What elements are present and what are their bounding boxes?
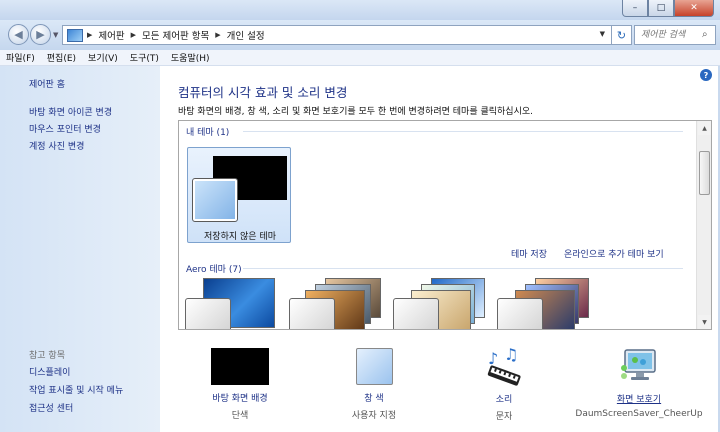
screen-saver-icon: [621, 349, 656, 380]
menu-help[interactable]: 도움말(H): [171, 51, 210, 64]
screen-saver-option[interactable]: 화면 보호기 DaumScreenSaver_CheerUp: [574, 346, 704, 419]
see-also-heading: 참고 항목: [29, 351, 65, 361]
desktop-background-option[interactable]: 바탕 화면 배경 단색: [194, 348, 286, 421]
close-button[interactable]: ✕: [674, 0, 714, 17]
my-themes-heading: 내 테마 (1): [186, 128, 230, 138]
sounds-option[interactable]: ♪ ♫ 소리 문자: [462, 345, 546, 422]
back-button[interactable]: ◀: [8, 24, 29, 45]
theme-unsaved-label: 저장하지 않은 테마: [204, 232, 276, 242]
menu-file[interactable]: 파일(F): [6, 51, 35, 64]
sidebar-change-mouse-pointer[interactable]: 마우스 포인터 변경: [29, 122, 101, 135]
group-divider: [243, 268, 683, 269]
theme-color-swatch: [192, 178, 238, 222]
screen-saver-label: 화면 보호기: [616, 395, 662, 405]
address-bar[interactable]: ▶ 제어판 ▶ 모든 제어판 항목 ▶ 개인 설정 ▼: [62, 25, 612, 45]
aero-theme-architecture[interactable]: [289, 278, 384, 329]
scroll-down-icon[interactable]: ▼: [698, 315, 711, 329]
help-icon[interactable]: ?: [700, 69, 712, 81]
aero-theme-landscapes[interactable]: [497, 278, 592, 329]
theme-color-swatch: [497, 298, 543, 329]
sidebar-change-desktop-icons[interactable]: 바탕 화면 아이콘 변경: [29, 105, 112, 118]
breadcrumb-personalization[interactable]: 개인 설정: [227, 28, 265, 42]
theme-color-swatch: [185, 298, 231, 329]
window-color-icon: [355, 348, 393, 385]
breadcrumb-separator-icon[interactable]: ▶: [215, 31, 220, 39]
breadcrumb-all-items[interactable]: 모든 제어판 항목: [142, 28, 209, 42]
page-title: 컴퓨터의 시각 효과 및 소리 변경: [178, 85, 348, 100]
svg-text:♫: ♫: [504, 346, 518, 364]
group-divider: [243, 131, 683, 132]
sounds-icon: ♪ ♫: [487, 345, 521, 386]
address-dropdown-icon[interactable]: ▼: [600, 30, 605, 38]
sidebar-change-account-picture[interactable]: 계정 사진 변경: [29, 139, 84, 152]
sidebar-control-panel-home[interactable]: 제어판 홈: [29, 77, 65, 90]
menu-view[interactable]: 보기(V): [88, 51, 118, 64]
sidebar-display[interactable]: 디스플레이: [29, 365, 70, 378]
sounds-label: 소리: [495, 395, 513, 405]
window-color-label: 창 색: [364, 394, 384, 404]
theme-list-scrollbar[interactable]: ▲ ▼: [696, 121, 711, 329]
breadcrumb-separator-icon[interactable]: ▶: [131, 31, 136, 39]
page-description: 바탕 화면의 배경, 창 색, 소리 및 화면 보호기를 모두 한 번에 변경하…: [178, 107, 533, 117]
window-color-option[interactable]: 창 색 사용자 지정: [332, 348, 416, 421]
sounds-value: 문자: [495, 412, 513, 422]
aero-theme-characters[interactable]: [393, 278, 488, 329]
scrollbar-thumb[interactable]: [699, 151, 710, 195]
search-icon[interactable]: ⌕: [702, 29, 708, 40]
minimize-button[interactable]: –: [622, 0, 648, 17]
desktop-background-value: 단색: [231, 411, 249, 421]
arrow-right-icon: ▶: [36, 28, 45, 41]
theme-list: 내 테마 (1) 저장하지 않은 테마 테마 저장 온라인으로 추가 테마 보기…: [178, 120, 712, 330]
menu-tools[interactable]: 도구(T): [130, 51, 159, 64]
aero-themes-heading: Aero 테마 (7): [186, 265, 242, 275]
recent-pages-dropdown-icon[interactable]: ▼: [53, 31, 58, 39]
desktop-background-icon: [211, 348, 269, 385]
forward-button[interactable]: ▶: [30, 24, 51, 45]
theme-unsaved[interactable]: 저장하지 않은 테마: [187, 147, 291, 243]
save-theme-link[interactable]: 테마 저장: [511, 247, 547, 260]
menu-bar: 파일(F) 편집(E) 보기(V) 도구(T) 도움말(H): [0, 50, 720, 66]
sidebar: 제어판 홈 바탕 화면 아이콘 변경 마우스 포인터 변경 계정 사진 변경 참…: [0, 66, 160, 432]
arrow-left-icon: ◀: [14, 28, 23, 41]
get-more-themes-online-link[interactable]: 온라인으로 추가 테마 보기: [564, 247, 664, 260]
menu-edit[interactable]: 편집(E): [47, 51, 76, 64]
screen-saver-value: DaumScreenSaver_CheerUp: [575, 409, 703, 419]
maximize-button[interactable]: □: [648, 0, 674, 17]
control-panel-icon: [67, 28, 83, 42]
breadcrumb-control-panel[interactable]: 제어판: [98, 28, 124, 42]
theme-color-swatch: [393, 298, 439, 329]
refresh-button[interactable]: ↻: [612, 25, 632, 45]
window-color-value: 사용자 지정: [351, 411, 397, 421]
sidebar-ease-of-access[interactable]: 접근성 센터: [29, 401, 73, 414]
scroll-up-icon[interactable]: ▲: [698, 121, 711, 135]
window-controls: – □ ✕: [622, 0, 714, 17]
svg-text:♪: ♪: [488, 349, 498, 368]
sidebar-taskbar-start-menu[interactable]: 작업 표시줄 및 시작 메뉴: [29, 383, 123, 396]
aero-theme-windows7[interactable]: [185, 278, 280, 329]
refresh-icon: ↻: [616, 28, 627, 42]
theme-color-swatch: [289, 298, 335, 329]
breadcrumb-separator-icon[interactable]: ▶: [87, 31, 92, 39]
main-content: ? 컴퓨터의 시각 효과 및 소리 변경 바탕 화면의 배경, 창 색, 소리 …: [160, 66, 718, 432]
desktop-background-label: 바탕 화면 배경: [212, 394, 268, 404]
title-bar: – □ ✕: [0, 0, 720, 20]
address-toolbar: ◀ ▶ ▼ ▶ 제어판 ▶ 모든 제어판 항목 ▶ 개인 설정 ▼ ↻ ⌕: [0, 20, 720, 50]
